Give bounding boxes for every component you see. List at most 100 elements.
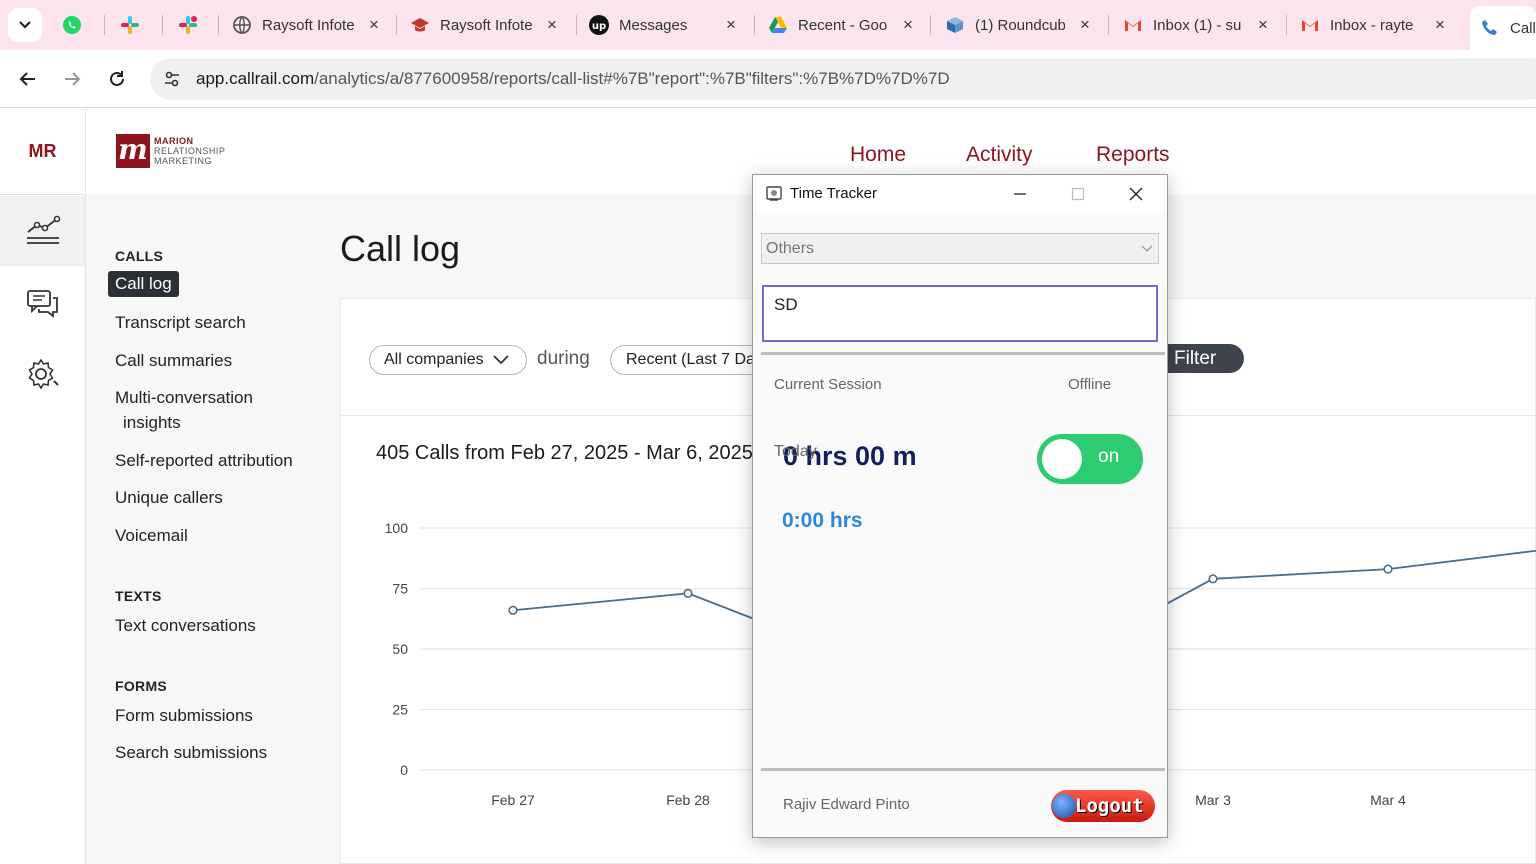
sidebar-item-call-log[interactable]: Call log <box>108 271 179 297</box>
nav-activity[interactable]: Activity <box>966 143 1033 167</box>
tab-google-drive[interactable]: Recent - Goo × <box>768 0 916 50</box>
reload-icon <box>110 71 124 86</box>
close-tab-icon[interactable]: × <box>723 16 739 33</box>
task-note-input[interactable]: SD <box>762 285 1158 342</box>
slack-icon <box>178 15 198 35</box>
tab-slack-2[interactable] <box>178 0 208 50</box>
close-tab-icon[interactable]: × <box>1077 16 1093 33</box>
chat-bubbles-icon <box>26 290 58 318</box>
maximize-button <box>1055 179 1101 209</box>
reload-button[interactable] <box>102 64 132 94</box>
time-tracker-title: Time Tracker <box>790 185 877 202</box>
back-button[interactable] <box>13 64 43 94</box>
conversations-nav[interactable] <box>0 269 85 339</box>
site-info-icon[interactable] <box>160 67 184 91</box>
x-tick-label: Feb 27 <box>491 792 535 808</box>
sidebar-item-voicemail[interactable]: Voicemail <box>115 526 188 546</box>
sidebar-item-text-conversations[interactable]: Text conversations <box>115 616 256 636</box>
maximize-icon <box>1071 187 1085 201</box>
settings-nav[interactable] <box>0 339 85 409</box>
x-tick-label: Mar 4 <box>1370 792 1406 808</box>
slack-icon <box>120 15 140 35</box>
analytics-nav[interactable] <box>0 196 85 266</box>
app-left-rail: MR <box>0 109 86 864</box>
tab-search-button[interactable] <box>8 8 42 42</box>
forms-heading: FORMS <box>115 678 168 694</box>
time-tracker-app-icon <box>766 186 782 201</box>
data-point <box>1208 574 1218 584</box>
forward-button[interactable] <box>57 64 87 94</box>
close-tab-icon[interactable]: × <box>1255 16 1271 33</box>
time-tracker-titlebar[interactable]: Time Tracker <box>753 175 1167 212</box>
sidebar-item-multi-conversation-line2[interactable]: insights <box>123 413 181 433</box>
sidebar-item-unique-callers[interactable]: Unique callers <box>115 488 223 508</box>
status-label: Offline <box>1068 376 1112 393</box>
divider <box>761 768 1165 771</box>
today-label: Today <box>774 443 817 460</box>
tab-raysoft-1[interactable]: Raysoft Infote × <box>232 0 382 50</box>
graduation-cap-icon <box>410 15 430 35</box>
filter-button-label: Filter <box>1174 347 1217 369</box>
nav-home[interactable]: Home <box>850 143 906 167</box>
globe-icon <box>232 15 252 35</box>
gmail-icon <box>1123 15 1143 35</box>
tab-title: Recent - Goo <box>798 16 888 34</box>
sidebar-item-search-submissions[interactable]: Search submissions <box>115 743 267 763</box>
category-value: Others <box>766 240 815 257</box>
chevron-down-icon <box>1136 238 1158 260</box>
logo-text: MARION RELATIONSHIP MARKETING <box>154 136 226 166</box>
time-tracker-window: Time Tracker Others SD Current Session O… <box>752 174 1168 838</box>
tab-gmail-2[interactable]: Inbox - rayte × <box>1300 0 1448 50</box>
close-icon <box>1129 187 1143 201</box>
during-label: during <box>537 348 590 369</box>
x-tick-label: Feb 28 <box>666 792 710 808</box>
tab-raysoft-2[interactable]: Raysoft Infote × <box>410 0 560 50</box>
logout-button[interactable]: Logout <box>1051 790 1155 822</box>
tab-title: (1) Roundcub <box>975 16 1065 34</box>
y-tick-label: 50 <box>392 641 408 657</box>
minimize-button[interactable] <box>997 179 1043 209</box>
time-tracker-body: Others SD Current Session Offline 0 hrs … <box>753 212 1167 837</box>
date-range-dropdown[interactable]: Recent (Last 7 Days) <box>610 345 770 375</box>
close-tab-icon[interactable]: × <box>544 16 560 33</box>
x-tick-label: Mar 3 <box>1195 792 1231 808</box>
online-toggle[interactable]: on <box>1037 434 1143 484</box>
tab-messages[interactable]: up Messages × <box>589 0 739 50</box>
nav-reports[interactable]: Reports <box>1096 143 1170 167</box>
upwork-icon: up <box>589 15 609 35</box>
tab-title: Inbox (1) - su <box>1153 16 1242 34</box>
tab-whatsapp[interactable] <box>62 0 92 50</box>
sidebar-item-multi-conversation[interactable]: Multi-conversation <box>115 388 253 408</box>
analytics-icon <box>26 215 60 244</box>
data-point <box>1383 564 1393 574</box>
close-tab-icon[interactable]: × <box>1432 16 1448 33</box>
close-window-button[interactable] <box>1113 179 1159 209</box>
tab-title: Inbox - rayte <box>1330 16 1414 34</box>
sidebar-item-call-summaries[interactable]: Call summaries <box>115 351 232 371</box>
tab-roundcube[interactable]: (1) Roundcub × <box>945 0 1093 50</box>
toggle-text: on <box>1098 446 1120 467</box>
companies-dropdown[interactable]: All companies <box>369 345 527 375</box>
account-initials[interactable]: MR <box>0 109 85 195</box>
url-text: app.callrail.com/analytics/a/877600958/r… <box>196 69 950 88</box>
sidebar-item-form-submissions[interactable]: Form submissions <box>115 706 253 726</box>
company-logo[interactable]: m MARION RELATIONSHIP MARKETING <box>116 134 225 168</box>
sidebar-item-self-reported[interactable]: Self-reported attribution <box>115 451 293 471</box>
roundcube-icon <box>945 15 965 35</box>
data-point <box>683 588 693 598</box>
logout-label: Logout <box>1075 795 1144 817</box>
tab-callrail-active[interactable]: Call <box>1470 6 1536 50</box>
close-tab-icon[interactable]: × <box>366 16 382 33</box>
tab-gmail-1[interactable]: Inbox (1) - su × <box>1123 0 1271 50</box>
close-tab-icon[interactable]: × <box>900 16 916 33</box>
arrow-right-icon <box>65 72 81 86</box>
tab-title: Raysoft Infote <box>440 16 532 34</box>
whatsapp-icon <box>62 15 82 35</box>
chevron-down-icon <box>19 21 31 29</box>
sidebar-item-transcript-search[interactable]: Transcript search <box>115 313 246 333</box>
tab-slack-1[interactable] <box>120 0 150 50</box>
address-bar[interactable]: app.callrail.com/analytics/a/877600958/r… <box>150 58 1536 100</box>
page-title: Call log <box>340 228 461 269</box>
category-select[interactable]: Others <box>761 233 1159 264</box>
google-drive-icon <box>768 15 788 35</box>
